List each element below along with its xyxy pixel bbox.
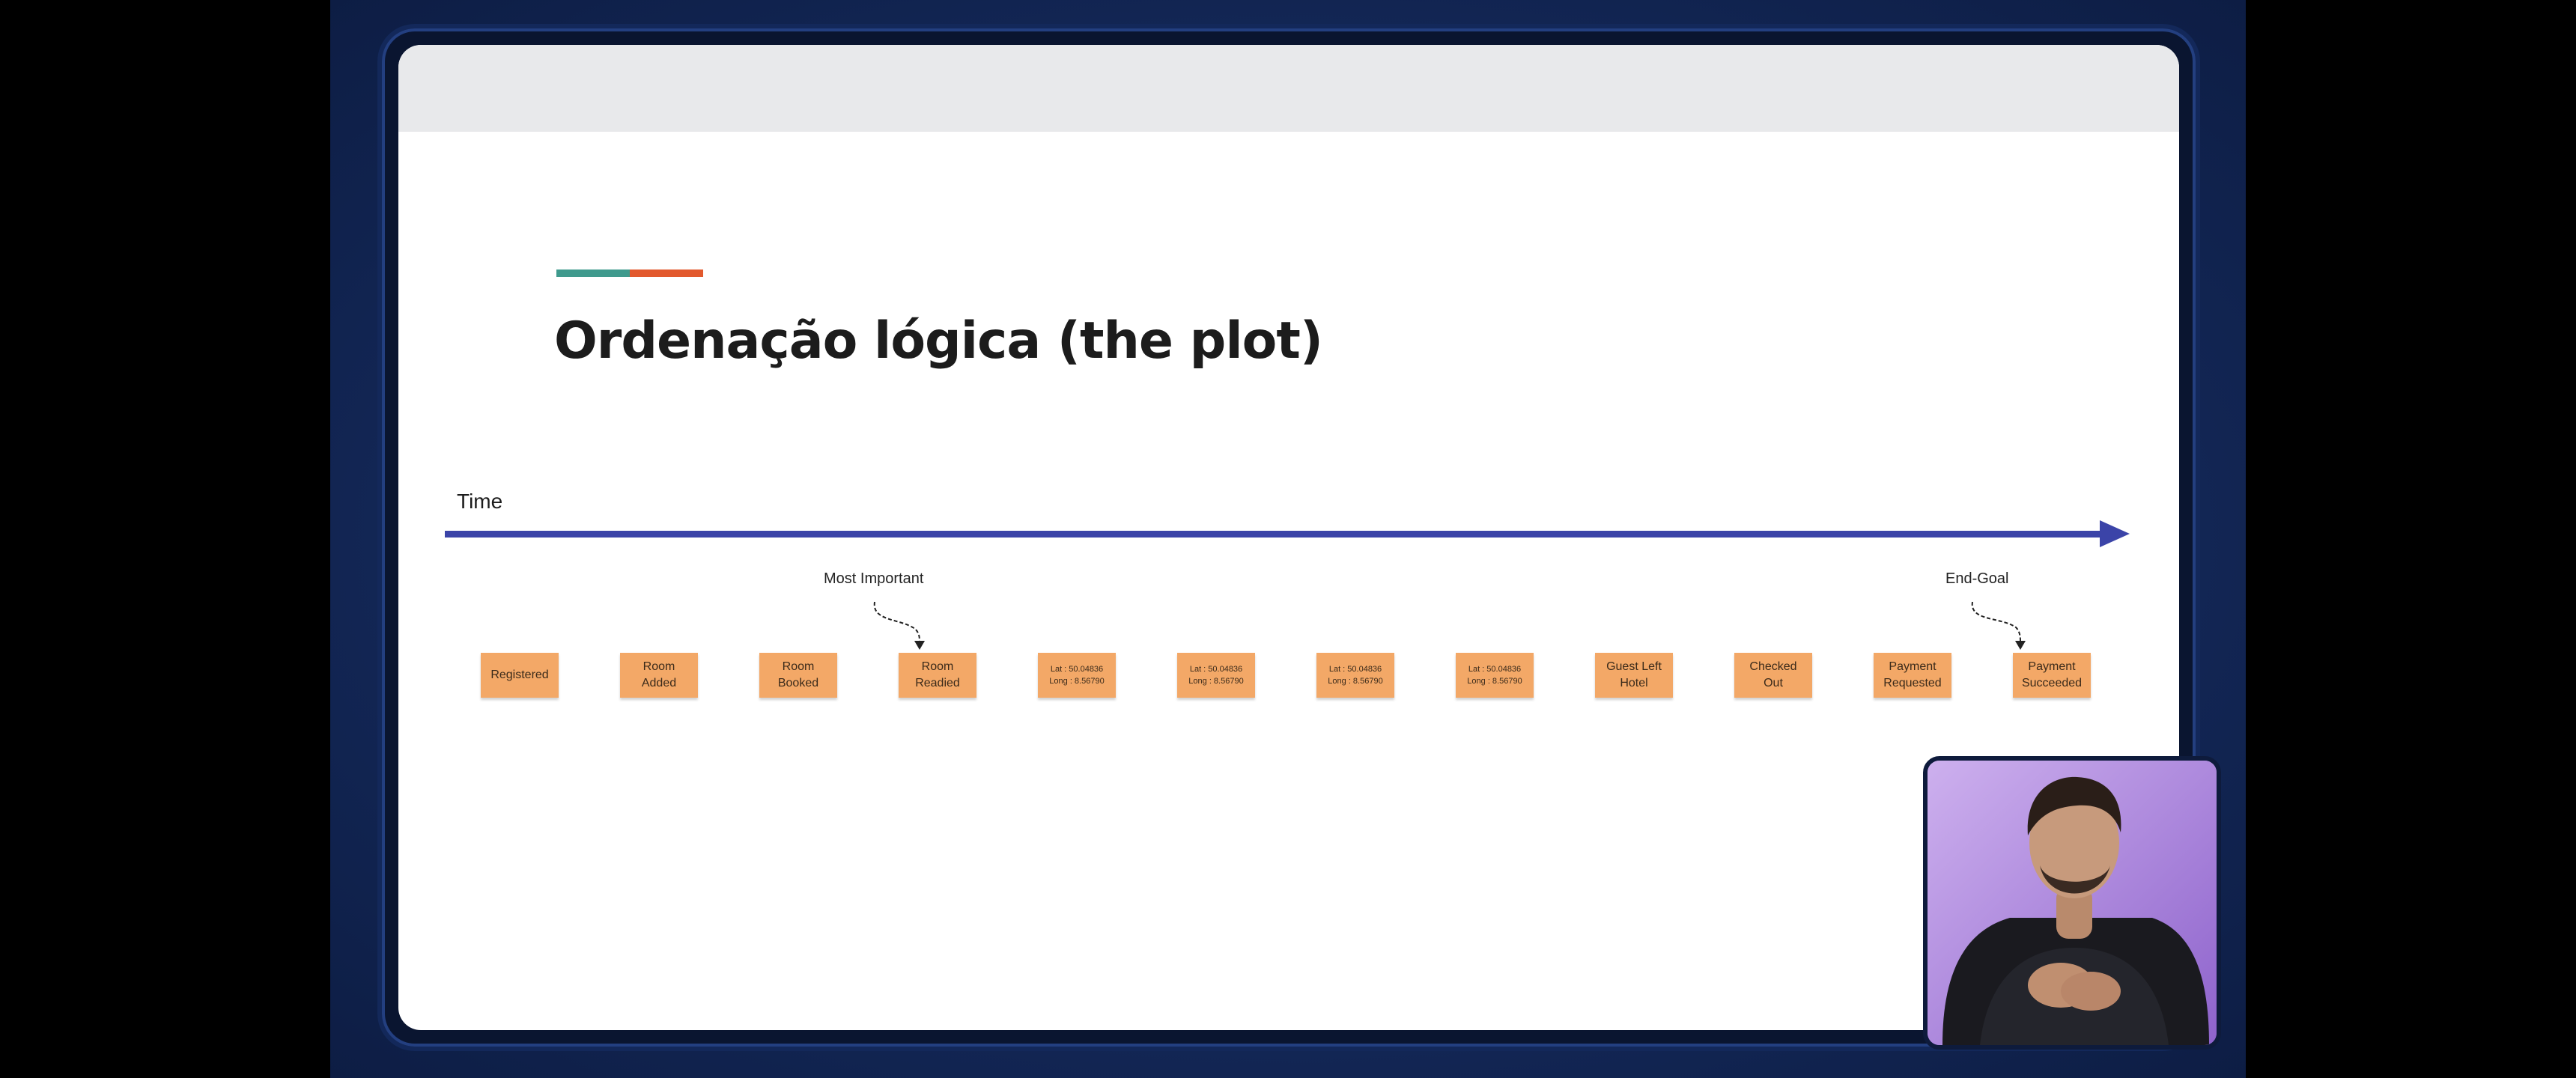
accent-teal [556, 270, 630, 277]
curved-arrow-icon [873, 601, 925, 650]
event-note: Lat : 50.04836 Long : 8.56790 [1177, 653, 1255, 698]
presenter-video-icon [1928, 761, 2217, 1045]
slide-top-bar [398, 45, 2179, 132]
presentation-slide: Ordenação lógica (the plot) Time Most Im… [398, 45, 2179, 1030]
event-note: Lat : 50.04836 Long : 8.56790 [1038, 653, 1116, 698]
event-note-label: Payment Requested [1883, 660, 1942, 689]
event-note-label: Guest Left Hotel [1606, 660, 1662, 689]
event-note: Registered [481, 653, 559, 698]
event-note-label: Payment Succeeded [2021, 660, 2083, 689]
screen: Ordenação lógica (the plot) Time Most Im… [0, 0, 2576, 1078]
event-note-label: Room Added [641, 660, 677, 689]
event-note: Checked Out [1734, 653, 1812, 698]
event-note: Guest Left Hotel [1595, 653, 1673, 698]
event-note: Room Readied [899, 653, 976, 698]
event-note-label: Lat : 50.04836 Long : 8.56790 [1188, 665, 1244, 686]
event-note-label: Lat : 50.04836 Long : 8.56790 [1328, 665, 1383, 686]
event-note-label: Registered [490, 669, 549, 681]
event-note: Lat : 50.04836 Long : 8.56790 [1316, 653, 1394, 698]
annotation-end-goal: End-Goal [1945, 570, 2009, 587]
presenter-webcam [1923, 756, 2221, 1050]
slide-title: Ordenação lógica (the plot) [554, 311, 1323, 371]
accent-orange [630, 270, 703, 277]
timeline-bar [445, 531, 2103, 538]
annotation-most-important: Most Important [824, 570, 924, 587]
event-note-label: Checked Out [1749, 660, 1797, 689]
event-note: Payment Succeeded [2013, 653, 2091, 698]
title-accent-line [556, 270, 703, 277]
event-note-label: Room Readied [915, 660, 960, 689]
curved-arrow-icon [1971, 601, 2026, 650]
timeline-arrowhead-icon [2100, 520, 2130, 547]
event-note: Room Booked [759, 653, 837, 698]
event-note-label: Room Booked [777, 660, 819, 689]
event-note: Room Added [620, 653, 698, 698]
timeline-label: Time [457, 490, 503, 513]
event-note-label: Lat : 50.04836 Long : 8.56790 [1467, 665, 1522, 686]
event-note-label: Lat : 50.04836 Long : 8.56790 [1049, 665, 1105, 686]
event-note: Payment Requested [1874, 653, 1951, 698]
event-note: Lat : 50.04836 Long : 8.56790 [1456, 653, 1534, 698]
